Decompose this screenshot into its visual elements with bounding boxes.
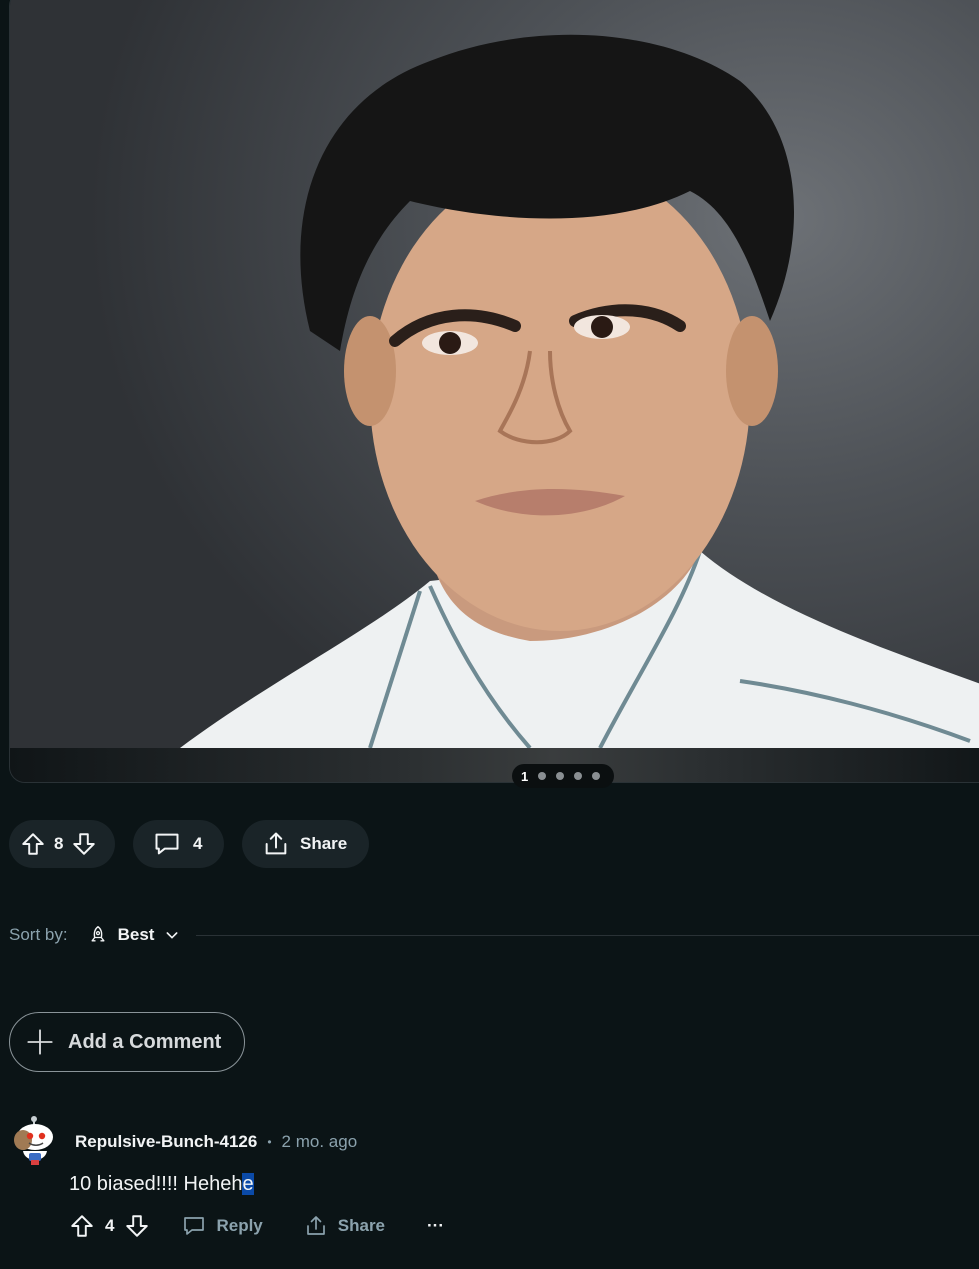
- comment-text: 10 biased!!!! Heheh: [69, 1173, 243, 1195]
- gallery-dot[interactable]: [574, 772, 583, 780]
- comment-meta: Repulsive-Bunch-4126 • 2 mo. ago: [75, 1131, 357, 1153]
- comment-score: 4: [105, 1216, 115, 1235]
- sort-row: Sort by: Best: [9, 922, 979, 948]
- post-image[interactable]: [10, 0, 979, 748]
- comment-count: 4: [193, 834, 203, 853]
- comment-timestamp[interactable]: 2 mo. ago: [282, 1132, 358, 1152]
- comment-share-button[interactable]: Share: [304, 1214, 385, 1238]
- selected-text: e: [242, 1173, 254, 1195]
- sort-label: Sort by:: [9, 925, 68, 944]
- gallery-dot[interactable]: [538, 772, 547, 780]
- share-label: Share: [300, 834, 348, 853]
- post-media-card[interactable]: [9, 0, 979, 783]
- chevron-down-icon: [164, 927, 180, 943]
- comment-share-label: Share: [337, 1216, 386, 1235]
- comment-author[interactable]: Repulsive-Bunch-4126: [75, 1132, 257, 1152]
- comments-button[interactable]: 4: [133, 820, 224, 868]
- post-vote-pill: 8: [9, 820, 115, 868]
- avatar[interactable]: [9, 1113, 59, 1167]
- add-comment-label: Add a Comment: [68, 1030, 222, 1053]
- upvote-icon[interactable]: [20, 831, 46, 857]
- add-comment-button[interactable]: Add a Comment: [9, 1012, 245, 1072]
- share-icon: [262, 830, 290, 858]
- comment-body: 10 biased!!!! Hehehe: [69, 1173, 254, 1196]
- meta-separator: •: [267, 1135, 272, 1149]
- reply-label: Reply: [216, 1216, 263, 1235]
- gallery-dot[interactable]: [592, 772, 601, 780]
- more-options-button[interactable]: ···: [427, 1216, 444, 1236]
- comment-icon: [153, 830, 181, 858]
- reply-button[interactable]: Reply: [182, 1214, 263, 1238]
- reply-icon: [182, 1214, 206, 1238]
- more-icon: ···: [427, 1216, 444, 1235]
- gallery-dot[interactable]: [556, 772, 565, 780]
- comment-actions: 4 Reply Share ···: [69, 1210, 444, 1242]
- downvote-icon[interactable]: [71, 831, 97, 857]
- sort-divider: [196, 934, 979, 936]
- sort-value: Best: [117, 925, 155, 944]
- rocket-icon: [88, 925, 108, 945]
- portrait-illustration: [180, 34, 979, 748]
- gallery-page-number: 1: [521, 768, 529, 784]
- post-score: 8: [54, 834, 64, 853]
- share-icon: [304, 1214, 328, 1238]
- comment-vote: 4: [69, 1213, 150, 1239]
- gallery-footer: [10, 748, 979, 782]
- downvote-icon[interactable]: [124, 1213, 150, 1239]
- share-button[interactable]: Share: [242, 820, 369, 868]
- upvote-icon[interactable]: [69, 1213, 95, 1239]
- plus-icon: [26, 1028, 54, 1056]
- sort-dropdown[interactable]: Best: [88, 925, 181, 945]
- gallery-pager[interactable]: 1: [512, 764, 614, 788]
